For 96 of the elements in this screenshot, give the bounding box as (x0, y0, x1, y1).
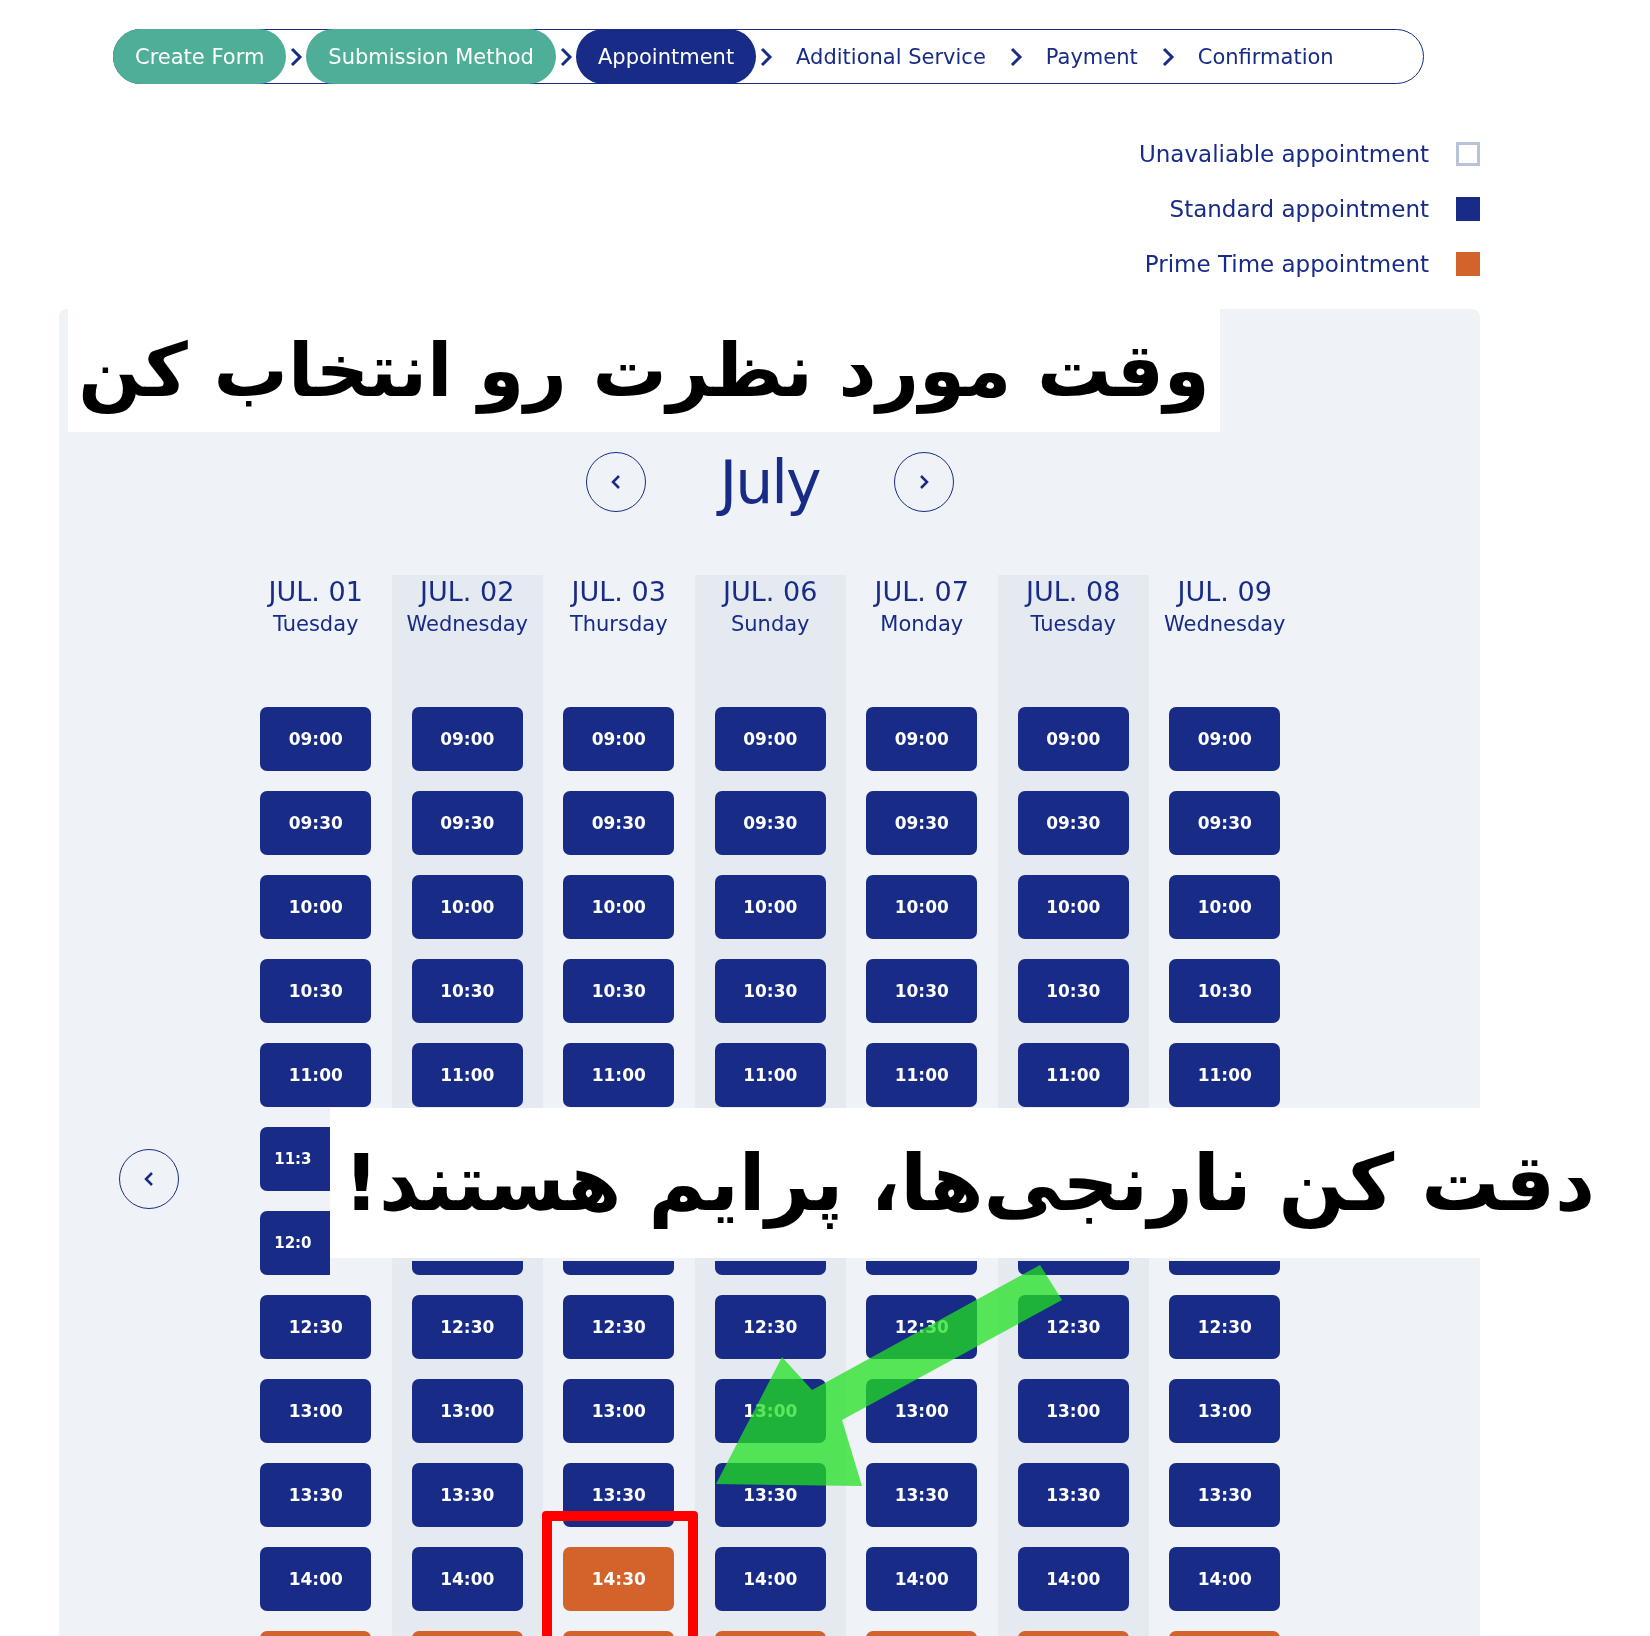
chevron-left-icon (142, 1170, 156, 1188)
time-slot-button[interactable]: 13:00 (1017, 1379, 1129, 1443)
time-slot-button[interactable]: 10:30 (260, 959, 372, 1023)
annotation-text: دقت کن نارنجی‌ها، پرایم هستند! (343, 1138, 1595, 1228)
time-slot-button[interactable]: 11:00 (563, 1043, 675, 1107)
annotation-text: وقت مورد نظرت رو انتخاب کن (78, 327, 1210, 413)
time-slot-button[interactable]: 12:30 (563, 1295, 675, 1359)
previous-button[interactable] (119, 1149, 179, 1209)
time-slot-button[interactable]: 12:30 (1169, 1295, 1281, 1359)
time-slot-button[interactable]: 14:00 (411, 1547, 523, 1611)
time-slot-button[interactable]: 09:30 (1017, 791, 1129, 855)
day-date: JUL. 02 (420, 575, 515, 609)
time-slot-button[interactable]: 11:00 (1169, 1043, 1281, 1107)
time-slot-button[interactable]: 14:00 (260, 1547, 372, 1611)
chevron-icon (289, 45, 304, 68)
time-slot-button[interactable]: 10:00 (714, 875, 826, 939)
time-slot-button[interactable]: 11:00 (260, 1043, 372, 1107)
time-slot-button[interactable]: 12:30 (411, 1295, 523, 1359)
legend-label: Unavaliable appointment (1138, 141, 1429, 167)
day-weekday: Tuesday (1030, 611, 1116, 638)
month-title: July (694, 447, 845, 517)
time-slot-button[interactable]: 11:00 (1017, 1043, 1129, 1107)
day-weekday: Wednesday (406, 611, 529, 638)
time-slot-button[interactable]: 12:30 (714, 1295, 826, 1359)
time-slot-button[interactable]: 12:30 (260, 1295, 372, 1359)
day-date: JUL. 06 (723, 575, 818, 609)
chevron-icon (1008, 45, 1023, 68)
time-slot-button[interactable]: 14:00 (714, 1547, 826, 1611)
time-slot-button[interactable]: 11:00 (866, 1043, 978, 1107)
time-slot-button[interactable]: 09:00 (1169, 707, 1281, 771)
time-slot-button[interactable]: 09:30 (714, 791, 826, 855)
time-slot-button[interactable]: 10:00 (1169, 875, 1281, 939)
time-slot-button[interactable]: 10:30 (563, 959, 675, 1023)
day-weekday: Monday (880, 611, 964, 638)
time-slot-button[interactable]: 10:30 (1017, 959, 1129, 1023)
time-slot-button[interactable]: 09:00 (714, 707, 826, 771)
time-slot-button[interactable]: 14:00 (1169, 1547, 1281, 1611)
time-slot-button[interactable] (1169, 1261, 1281, 1275)
chevron-icon (558, 45, 573, 68)
time-slot-button[interactable] (411, 1261, 523, 1275)
time-slot-button[interactable]: 11:00 (714, 1043, 826, 1107)
time-slot-button[interactable]: 09:00 (563, 707, 675, 771)
time-slot-button[interactable]: 13:00 (260, 1379, 372, 1443)
time-slot-button[interactable]: 09:30 (260, 791, 372, 855)
time-slot-button[interactable]: 13:30 (411, 1463, 523, 1527)
time-slot-button[interactable]: 09:30 (866, 791, 978, 855)
time-slot-button[interactable] (714, 1261, 826, 1275)
legend-label: Standard appointment (1169, 196, 1429, 222)
day-weekday: Sunday (730, 611, 810, 638)
day-weekday: Tuesday (273, 611, 359, 638)
time-slot-button[interactable]: 10:30 (1169, 959, 1281, 1023)
time-slot-button[interactable]: 12:0 (260, 1211, 331, 1275)
time-slot-button[interactable]: 13:00 (563, 1379, 675, 1443)
time-slot-button[interactable]: 10:00 (411, 875, 523, 939)
time-slot-button[interactable]: 09:00 (1017, 707, 1129, 771)
time-slot-button[interactable]: 10:00 (1017, 875, 1129, 939)
time-slot-button[interactable]: 13:00 (1169, 1379, 1281, 1443)
time-slot-button[interactable]: 10:00 (260, 875, 372, 939)
time-slot-button[interactable]: 09:00 (866, 707, 978, 771)
time-slot-button[interactable]: 09:00 (411, 707, 523, 771)
time-slot-button[interactable]: 10:00 (563, 875, 675, 939)
time-slot-button[interactable]: 13:30 (1017, 1463, 1129, 1527)
day-weekday: Thursday (569, 611, 668, 638)
legend-label: Prime Time appointment (1144, 251, 1429, 277)
time-slot-button[interactable]: 13:30 (866, 1463, 978, 1527)
time-slot-button[interactable]: 09:30 (1169, 791, 1281, 855)
time-slot-button[interactable]: 13:00 (411, 1379, 523, 1443)
day-date: JUL. 08 (1026, 575, 1121, 609)
time-slot-button[interactable]: 11:00 (411, 1043, 523, 1107)
time-slot-button[interactable]: 13:30 (1169, 1463, 1281, 1527)
time-slot-button[interactable]: 13:30 (260, 1463, 372, 1527)
time-slot-button[interactable]: 14:00 (866, 1547, 978, 1611)
time-slot-button[interactable]: 14:30 (563, 1547, 675, 1611)
time-slot-button[interactable] (866, 1261, 978, 1275)
time-slot-button[interactable] (1017, 1261, 1129, 1275)
day-date: JUL. 03 (571, 575, 666, 609)
step-tab[interactable]: Payment (1025, 29, 1158, 84)
day-date: JUL. 07 (874, 575, 969, 609)
time-slot-button[interactable]: 11:3 (260, 1127, 331, 1191)
time-slot-button[interactable]: 09:30 (563, 791, 675, 855)
time-slot-button[interactable] (563, 1261, 675, 1275)
chevron-icon (1160, 45, 1175, 68)
time-slot-button[interactable]: 09:00 (260, 707, 372, 771)
day-weekday: Wednesday (1163, 611, 1286, 638)
time-slot-button[interactable]: 09:30 (411, 791, 523, 855)
day-date: JUL. 01 (268, 575, 363, 609)
step-tab[interactable]: Appointment (575, 29, 757, 84)
time-slot-button[interactable]: 10:00 (866, 875, 978, 939)
time-slot-button[interactable]: 10:30 (714, 959, 826, 1023)
time-slot-button[interactable]: 14:00 (1017, 1547, 1129, 1611)
time-slot-button[interactable]: 10:30 (866, 959, 978, 1023)
time-slot-button[interactable]: 10:30 (411, 959, 523, 1023)
step-tab[interactable]: Additional Service (776, 29, 1006, 84)
chevron-icon (759, 45, 774, 68)
step-tab[interactable]: Confirmation (1177, 29, 1354, 84)
day-date: JUL. 09 (1177, 575, 1272, 609)
